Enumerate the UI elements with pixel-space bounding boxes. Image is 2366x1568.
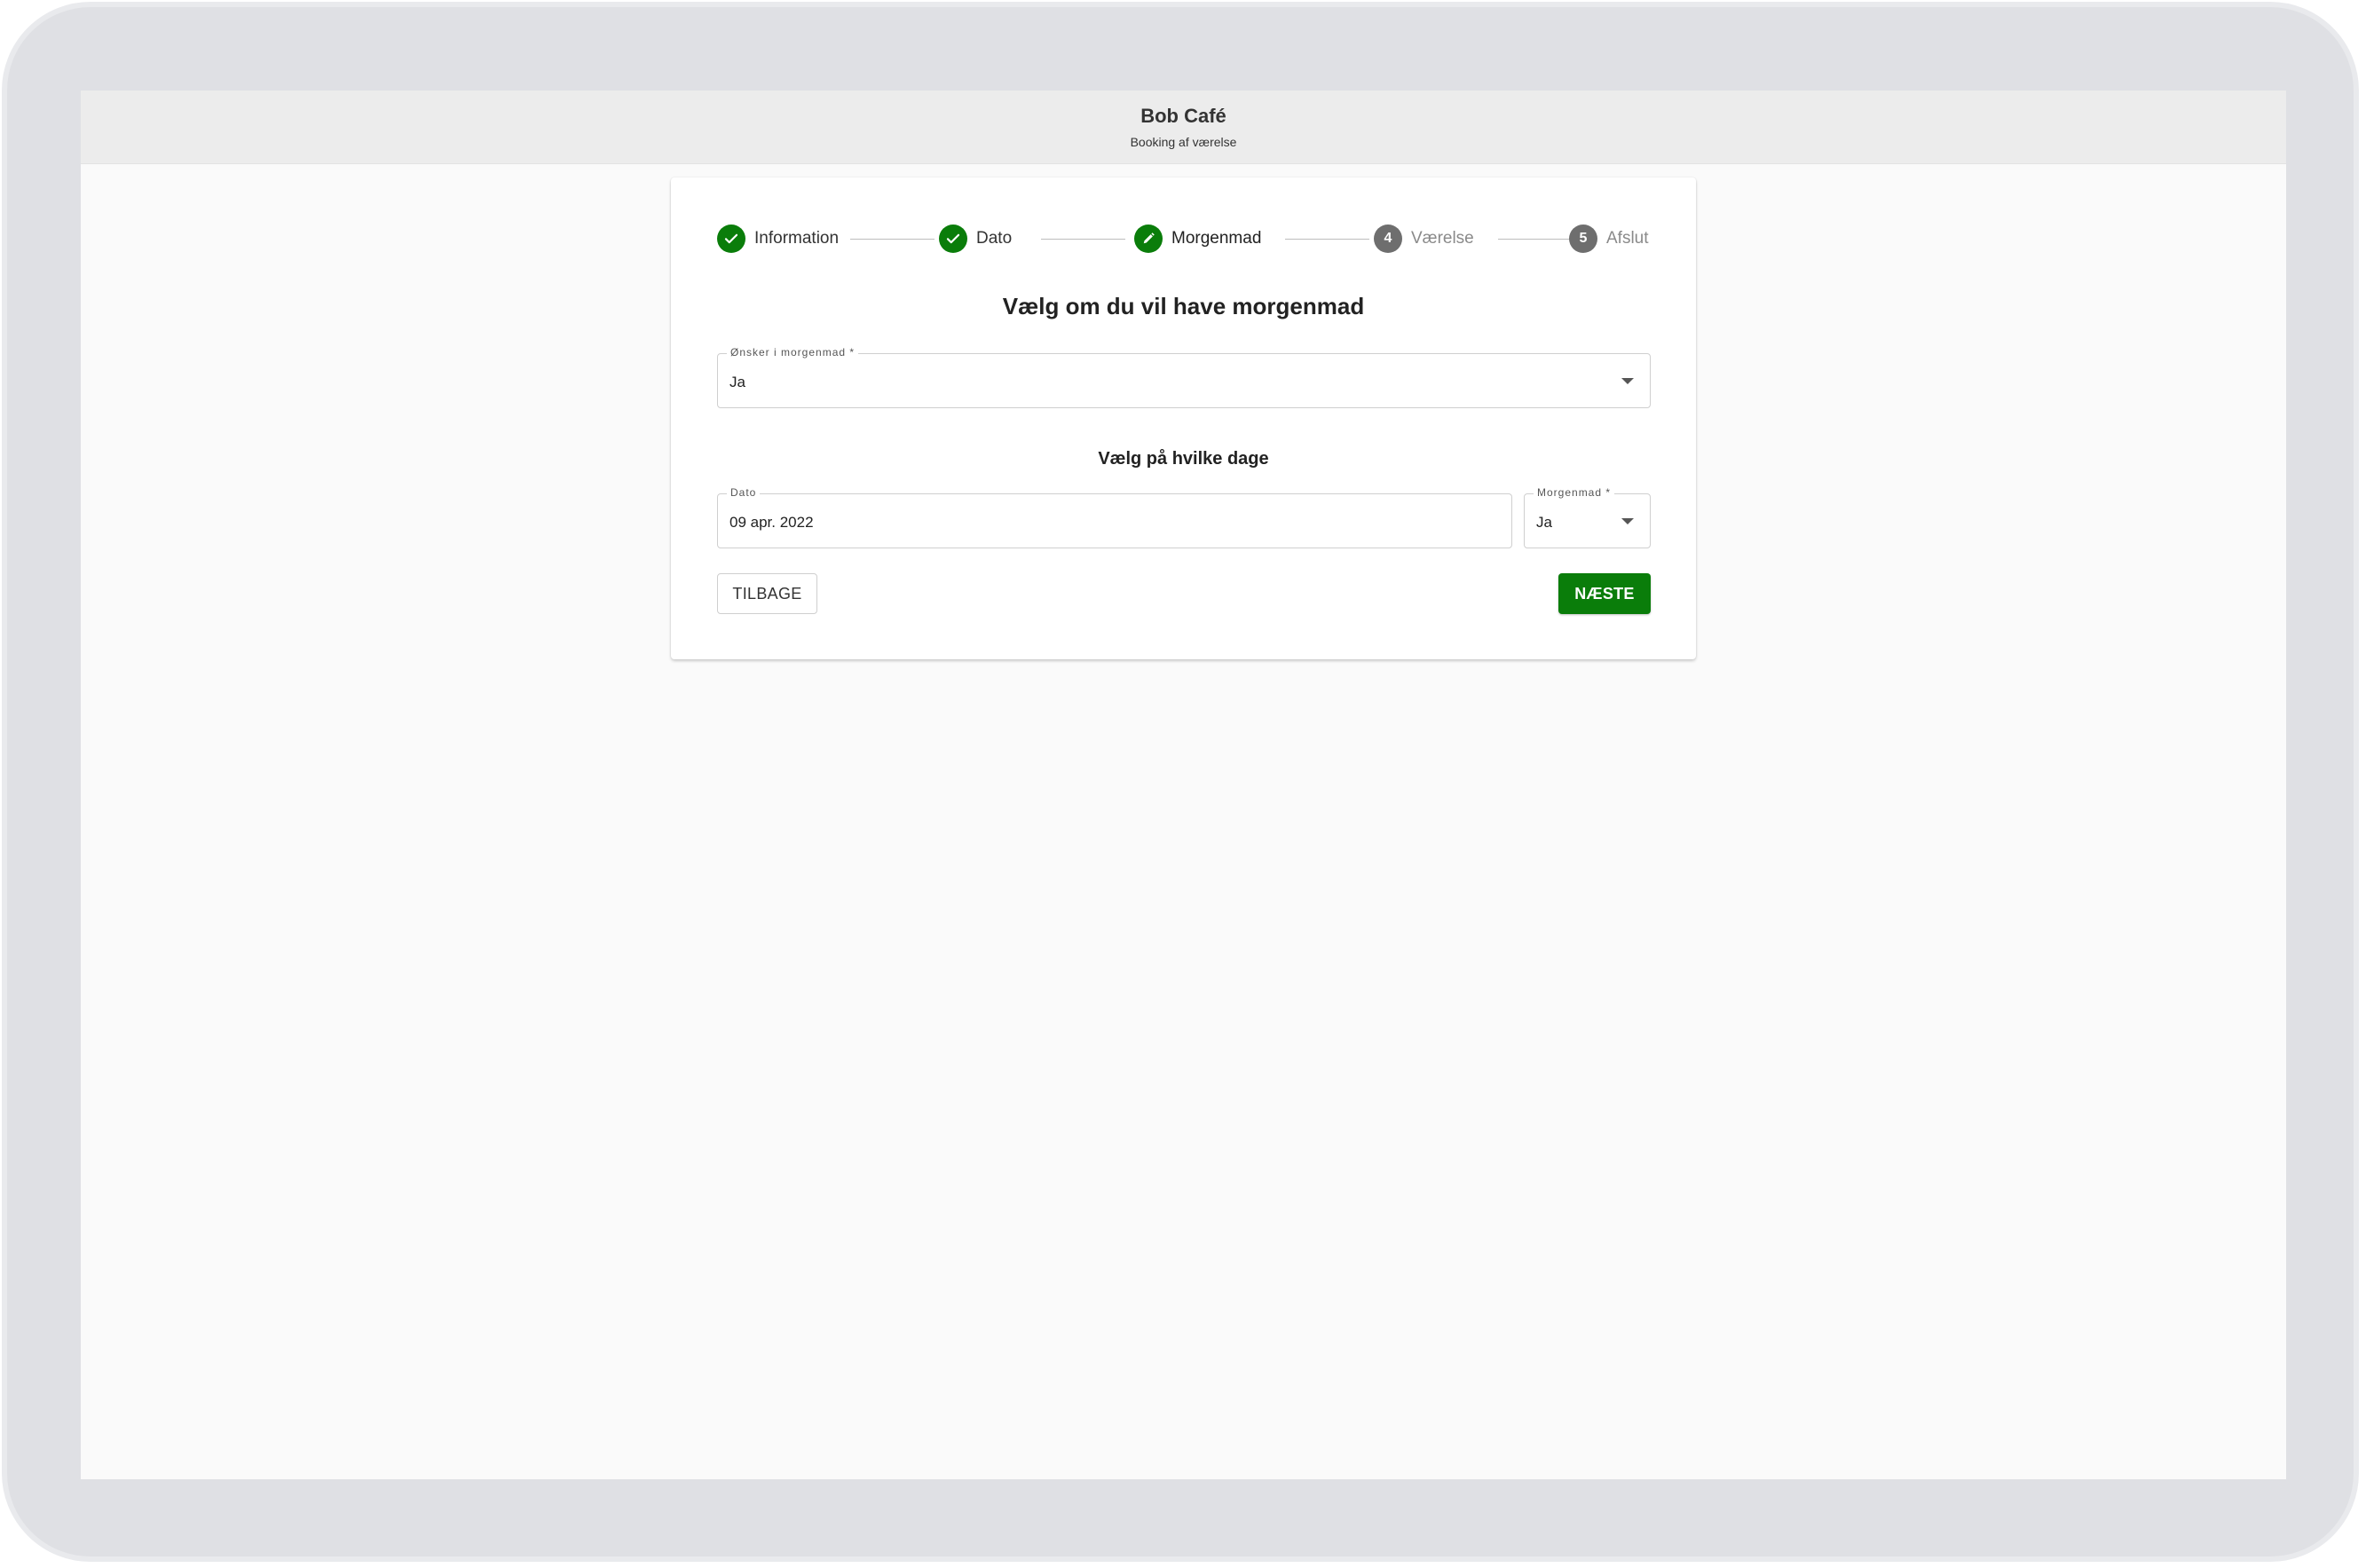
step-connector — [850, 239, 935, 240]
breakfast-select-value: Ja — [730, 374, 745, 390]
app-header: Bob Café Booking af værelse — [81, 91, 2286, 164]
step-number: 5 — [1569, 225, 1597, 253]
days-heading: Vælg på hvilke dage — [1098, 449, 1269, 469]
stepper: Information Dato Morgenmad 4 Værelse 5 A… — [717, 224, 1651, 254]
check-icon — [717, 225, 745, 253]
back-button[interactable]: TILBAGE — [717, 573, 817, 614]
check-icon — [939, 225, 967, 253]
dropdown-arrow-icon — [1621, 518, 1634, 524]
app-screen: Bob Café Booking af værelse Information … — [81, 91, 2286, 1479]
pencil-icon — [1134, 225, 1163, 253]
app-title: Bob Café — [1140, 105, 1226, 127]
form-heading: Vælg om du vil have morgenmad — [1002, 293, 1365, 319]
step-label: Morgenmad — [1171, 229, 1262, 248]
step-afslut[interactable]: 5 Afslut — [1569, 224, 1649, 254]
date-field[interactable]: Dato 09 apr. 2022 — [717, 486, 1512, 548]
step-morgenmad[interactable]: Morgenmad — [1134, 224, 1261, 254]
step-label: Dato — [976, 229, 1013, 248]
step-connector — [1041, 239, 1125, 240]
app-subtitle: Booking af værelse — [1130, 135, 1237, 149]
step-dato[interactable]: Dato — [939, 224, 1012, 254]
breakfast-select[interactable]: Ønsker i morgenmad * Ja — [717, 346, 1651, 408]
step-label: Værelse — [1411, 229, 1474, 248]
next-button[interactable]: NÆSTE — [1558, 573, 1651, 614]
booking-card: Information Dato Morgenmad 4 Værelse 5 A… — [671, 177, 1696, 659]
step-number: 4 — [1374, 225, 1402, 253]
step-label: Information — [754, 229, 840, 248]
step-connector — [1285, 239, 1369, 240]
day-breakfast-select-value: Ja — [1536, 514, 1552, 531]
date-field-label: Dato — [727, 486, 761, 499]
day-breakfast-select[interactable]: Morgenmad * Ja — [1524, 486, 1651, 548]
dropdown-arrow-icon — [1621, 378, 1634, 384]
step-vaerelse[interactable]: 4 Værelse — [1374, 224, 1474, 254]
step-label: Afslut — [1606, 229, 1649, 248]
date-field-value: 09 apr. 2022 — [730, 514, 814, 531]
step-information[interactable]: Information — [717, 224, 839, 254]
breakfast-select-label: Ønsker i morgenmad * — [727, 346, 859, 359]
day-breakfast-select-label: Morgenmad * — [1534, 486, 1615, 499]
